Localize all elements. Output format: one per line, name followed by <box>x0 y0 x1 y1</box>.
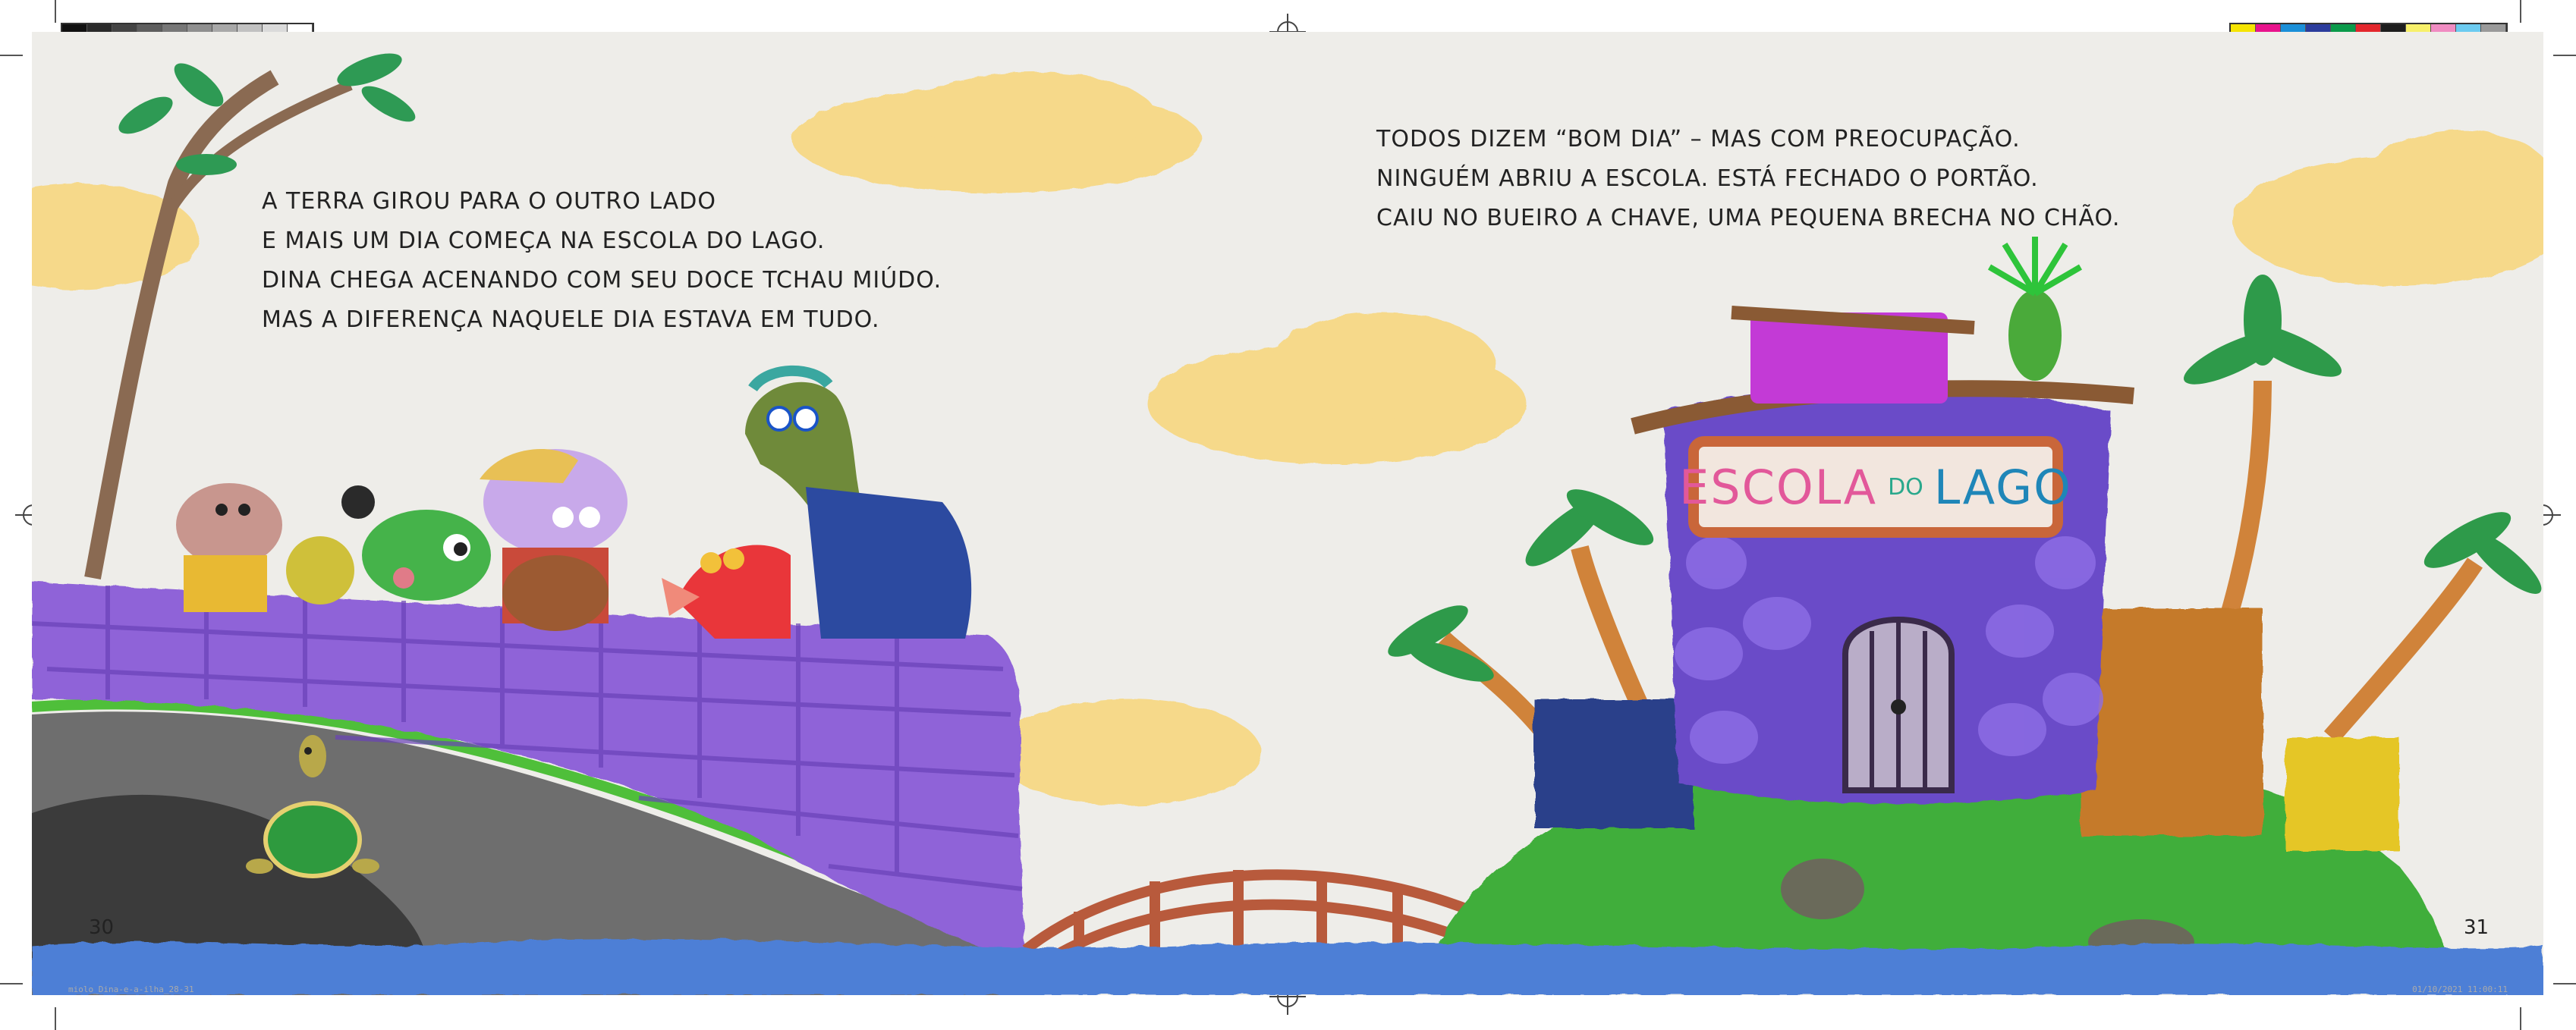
right-page-text: TODOS DIZEM “BOM DIA” – MAS COM PREOCUPA… <box>1376 120 2120 238</box>
text-line: MAS A DIFERENÇA NAQUELE DIA ESTAVA EM TU… <box>262 306 880 333</box>
page-number-left: 30 <box>89 916 115 939</box>
text-line: DINA CHEGA ACENANDO COM SEU DOCE TCHAU M… <box>262 267 942 294</box>
slug-timestamp: 01/10/2021 11:00:11 <box>2412 984 2508 994</box>
crop-mark <box>2520 1007 2521 1030</box>
page-number-right: 31 <box>2464 916 2490 939</box>
sign-word-do: DO <box>1888 473 1923 501</box>
door-keyhole <box>1891 699 1906 714</box>
yellow-ball-toy <box>286 536 354 604</box>
text-line: NINGUÉM ABRIU A ESCOLA. ESTÁ FECHADO O P… <box>1376 165 2039 192</box>
crop-mark <box>2553 983 2576 984</box>
cloud <box>995 699 1261 805</box>
crop-mark <box>0 983 23 984</box>
spread-illustration <box>32 32 2543 995</box>
text-line: TODOS DIZEM “BOM DIA” – MAS COM PREOCUPA… <box>1376 126 2021 152</box>
crop-mark <box>55 0 56 23</box>
pink-blob-character <box>176 483 282 612</box>
crop-mark <box>2553 55 2576 56</box>
sign-word-escola: ESCOLA <box>1679 459 1878 515</box>
crop-mark <box>0 55 23 56</box>
yellow-crate <box>2285 737 2399 851</box>
blue-shed <box>1534 699 1694 828</box>
school-sign: ESCOLA DO LAGO <box>1679 457 2071 517</box>
lake-water <box>32 938 2543 995</box>
text-line: A TERRA GIROU PARA O OUTRO LADO <box>262 188 716 215</box>
left-page-text: A TERRA GIROU PARA O OUTRO LADO E MAIS U… <box>262 182 942 340</box>
slug-file-name: miolo_Dina-e-a-ilha_28-31 <box>68 984 194 994</box>
text-line: E MAIS UM DIA COMEÇA NA ESCOLA DO LAGO. <box>262 228 826 254</box>
crop-mark <box>55 1007 56 1030</box>
text-line: CAIU NO BUEIRO A CHAVE, UMA PEQUENA BREC… <box>1376 205 2121 231</box>
island-rock <box>1781 859 1864 919</box>
book-spread: ESCOLA DO LAGO A TERRA GIROU PARA O OUTR… <box>32 32 2543 995</box>
sign-word-lago: LAGO <box>1933 459 2072 515</box>
crop-mark <box>2520 0 2521 23</box>
orange-shed <box>2081 608 2263 836</box>
